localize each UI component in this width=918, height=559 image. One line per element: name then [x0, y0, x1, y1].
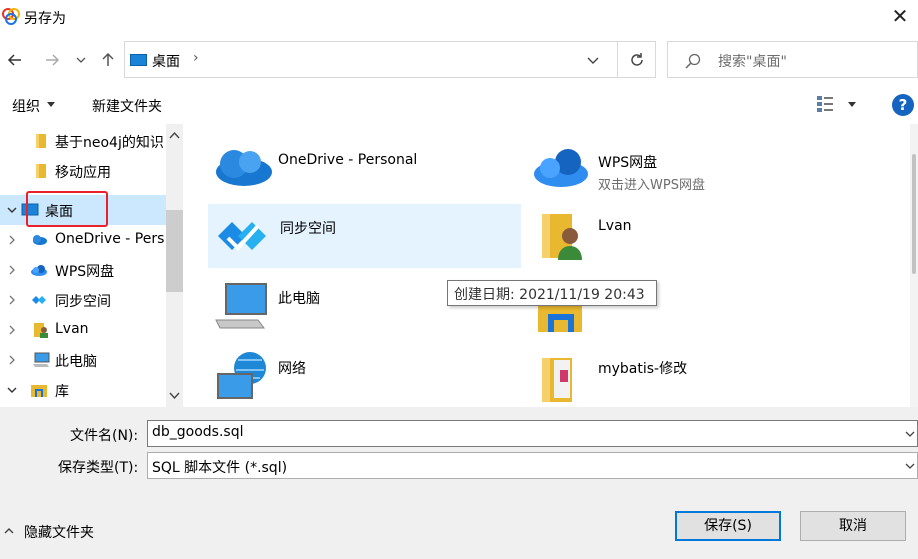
breadcrumb-chevron-icon[interactable]: › [193, 50, 199, 66]
navigation-pane[interactable]: 基于neo4j的知识 移动应用 桌面 OneDrive - Pers WPS网盘… [0, 124, 186, 407]
folder-icon [36, 134, 46, 148]
scroll-up-icon[interactable] [169, 130, 180, 141]
file-item-wps-cloud[interactable]: WPS网盘 双击进入WPS网盘 [526, 134, 840, 198]
view-options-icon[interactable] [816, 95, 834, 113]
wps-cloud-icon [534, 149, 588, 187]
filetype-value: SQL 脚本文件 (*.sql) [152, 460, 288, 476]
title-bar: 另存为 ✕ [0, 0, 918, 36]
tree-item-library[interactable]: 库 [0, 375, 166, 405]
address-location[interactable]: 桌面 [152, 51, 180, 71]
tree-item-label: 移动应用 [55, 165, 111, 181]
refresh-icon[interactable] [617, 42, 656, 77]
user-folder-icon [542, 214, 582, 260]
address-bar[interactable]: 桌面 › [124, 41, 656, 78]
cancel-button[interactable]: 取消 [800, 511, 906, 541]
tree-item-label: WPS网盘 [55, 264, 115, 280]
save-button[interactable]: 保存(S) [675, 511, 781, 541]
highlight-annotation-box [26, 191, 108, 227]
desktop-icon [130, 54, 147, 66]
filename-input[interactable]: db_goods.sql [147, 420, 918, 447]
filename-value[interactable]: db_goods.sql [152, 424, 244, 440]
tree-item-label: 库 [55, 384, 69, 400]
computer-icon [215, 283, 267, 329]
view-dropdown-icon[interactable] [848, 102, 856, 107]
tree-item-sync-space[interactable]: 同步空间 [0, 285, 166, 315]
tree-item-label: 基于neo4j的知识 [55, 135, 164, 151]
chevron-right-icon[interactable] [6, 324, 18, 336]
nav-scrollbar-thumb[interactable] [166, 210, 183, 292]
chevron-down-icon[interactable] [6, 384, 18, 396]
filetype-label: 保存类型(T): [58, 460, 139, 476]
computer-icon [33, 352, 50, 367]
search-placeholder: 搜索"桌面" [718, 54, 787, 70]
tree-item-onedrive[interactable]: OneDrive - Pers [0, 225, 166, 255]
chevron-right-icon[interactable] [6, 294, 18, 306]
forward-arrow-icon[interactable] [40, 48, 64, 72]
file-name: 网络 [278, 361, 306, 377]
library-icon [31, 385, 47, 397]
app-icon [2, 8, 20, 25]
tree-item-label: 此电脑 [55, 354, 97, 370]
tree-item-mobile-apps[interactable]: 移动应用 [0, 156, 166, 186]
file-description: 双击进入WPS网盘 [598, 178, 705, 193]
help-icon[interactable]: ? [892, 94, 914, 116]
folder-icon [36, 164, 46, 178]
filetype-select[interactable]: SQL 脚本文件 (*.sql) [147, 452, 918, 479]
tree-item-neo4j[interactable]: 基于neo4j的知识 [0, 126, 166, 156]
scroll-down-icon[interactable] [169, 390, 180, 401]
file-item-network[interactable]: 网络 [206, 344, 520, 407]
tree-item-this-pc[interactable]: 此电脑 [0, 345, 166, 375]
window-title: 另存为 [24, 11, 66, 27]
chevron-right-icon[interactable] [6, 234, 18, 246]
close-icon[interactable]: ✕ [888, 4, 912, 28]
file-item-onedrive[interactable]: OneDrive - Personal [206, 134, 520, 198]
file-name: mybatis-修改 [598, 361, 688, 377]
search-icon [685, 53, 701, 69]
file-name: 此电脑 [278, 291, 320, 307]
tree-item-label: Lvan [55, 321, 89, 337]
organize-button[interactable]: 组织 [12, 96, 40, 116]
tree-item-label: OneDrive - Pers [55, 231, 165, 247]
new-folder-button[interactable]: 新建文件夹 [92, 96, 162, 116]
file-item-lvan[interactable]: Lvan [526, 204, 840, 268]
tooltip: 创建日期: 2021/11/19 20:43 [447, 280, 657, 306]
toolbar: 组织 新建文件夹 ? [0, 84, 918, 124]
search-input[interactable]: 搜索"桌面" [667, 41, 918, 78]
back-arrow-icon[interactable] [3, 48, 27, 72]
recent-dropdown-icon[interactable] [71, 48, 91, 72]
file-name: 同步空间 [280, 221, 336, 237]
sync-space-icon [32, 296, 46, 304]
hide-folders-toggle[interactable]: 隐藏文件夹 [24, 522, 94, 542]
file-list-scrollbar[interactable] [910, 124, 918, 407]
file-name: OneDrive - Personal [278, 152, 418, 168]
chevron-down-icon[interactable] [6, 204, 18, 216]
tree-item-wps-cloud[interactable]: WPS网盘 [0, 255, 166, 285]
chevron-right-icon[interactable] [6, 264, 18, 276]
user-folder-icon [34, 323, 48, 338]
wps-cloud-icon [31, 265, 47, 276]
up-arrow-icon[interactable] [96, 48, 120, 72]
nav-scrollbar[interactable] [166, 124, 183, 407]
filename-label: 文件名(N): [70, 428, 139, 444]
onedrive-icon [216, 150, 272, 186]
network-icon [217, 352, 266, 399]
chevron-down-icon[interactable] [905, 429, 915, 439]
file-item-mybatis[interactable]: mybatis-修改 [526, 344, 840, 407]
file-name: Lvan [598, 218, 632, 234]
chevron-down-icon[interactable] [905, 461, 915, 471]
address-row: 桌面 › 搜索"桌面" [0, 36, 918, 84]
tree-item-lvan[interactable]: Lvan [0, 315, 166, 345]
sync-space-icon [218, 222, 266, 251]
chevron-right-icon[interactable] [6, 354, 18, 366]
organize-dropdown-icon[interactable] [47, 102, 55, 107]
onedrive-icon [33, 235, 47, 245]
file-list-scrollbar-thumb[interactable] [912, 154, 916, 274]
chevron-down-icon[interactable] [585, 52, 601, 68]
file-item-sync-space[interactable]: 同步空间 [208, 204, 521, 268]
folder-icon [542, 358, 572, 402]
tree-item-label: 同步空间 [55, 294, 111, 310]
file-list-pane[interactable]: OneDrive - Personal WPS网盘 双击进入WPS网盘 同步空间… [186, 124, 918, 407]
chevron-up-icon[interactable] [4, 526, 14, 536]
file-name: WPS网盘 [598, 155, 658, 171]
